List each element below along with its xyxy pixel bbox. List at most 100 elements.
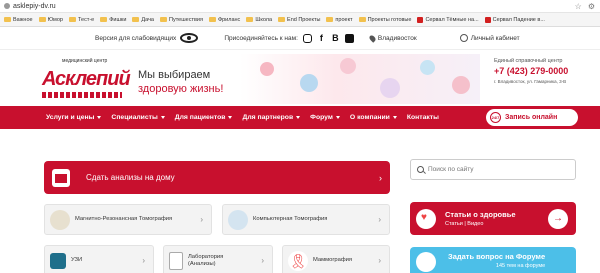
bookmark-item[interactable]: Проекты готовые xyxy=(358,17,411,23)
chevron-right-icon: › xyxy=(378,215,381,224)
bookmark-item[interactable]: Тест-е xyxy=(68,17,94,23)
cabinet-label: Личный кабинет xyxy=(470,34,520,42)
chevron-right-icon: › xyxy=(261,256,264,265)
slogan-line-2: здоровую жизнь! xyxy=(138,83,224,95)
facebook-icon[interactable]: f xyxy=(317,33,326,43)
service-card-mri[interactable]: Магнитно-Резонансная Томография › xyxy=(44,204,212,235)
bookmark-item[interactable]: Дача xyxy=(132,17,154,23)
caret-down-icon xyxy=(97,116,102,119)
ribbon-icon: 🎗 xyxy=(288,250,308,271)
folder-icon xyxy=(68,17,76,22)
caret-down-icon xyxy=(335,116,340,119)
folder-icon xyxy=(132,17,140,22)
chevron-right-icon: › xyxy=(378,256,381,265)
logo-name: Асклепий xyxy=(42,68,131,90)
clock-24-icon: 24/7 xyxy=(490,112,501,123)
service-card-label: УЗИ xyxy=(71,257,83,263)
cabinet-link[interactable]: Личный кабинет xyxy=(459,34,520,42)
health-articles-banner[interactable]: Статьи о здоровье Статьи | Видео → xyxy=(410,202,576,235)
folder-icon xyxy=(326,17,334,22)
test-tubes-icon xyxy=(52,168,70,187)
extensions-icon[interactable]: ⚙ xyxy=(588,2,595,11)
address-bar[interactable]: asklepiy-dv.ru ☆ ⚙ xyxy=(0,0,600,13)
folder-icon xyxy=(246,17,254,22)
service-card-mammography[interactable]: 🎗 Маммография › xyxy=(282,245,390,273)
bookmark-item[interactable]: Сервал Падение в... xyxy=(484,16,545,23)
chevron-right-icon: › xyxy=(379,172,382,183)
bookmark-item[interactable]: Фриланс xyxy=(208,17,240,23)
caret-down-icon xyxy=(160,116,165,119)
home-tests-label: Сдать анализы на дому xyxy=(86,173,175,182)
contacts-block: Единый справочный центр +7 (423) 279-000… xyxy=(494,58,594,84)
service-card-ct[interactable]: Компьютерная Томография › xyxy=(222,204,390,235)
home-tests-button[interactable]: Сдать анализы на дому › xyxy=(44,161,390,194)
service-card-label: Лаборатория (Анализы) xyxy=(188,253,224,267)
mri-icon xyxy=(50,209,70,230)
site-info-icon[interactable] xyxy=(4,3,10,9)
vk-icon[interactable]: B xyxy=(331,33,340,43)
address-text: г. Владивосток, ул. Гамарника, 3-В xyxy=(494,79,567,84)
bookmark-item[interactable]: Путешествия xyxy=(160,17,203,23)
bookmark-item[interactable]: Юмор xyxy=(38,17,63,23)
search-icon xyxy=(417,166,424,173)
bookmark-star-icon[interactable]: ☆ xyxy=(575,2,582,11)
bookmark-item[interactable]: Важное xyxy=(4,17,33,23)
phone-number[interactable]: +7 (423) 279-0000 xyxy=(494,66,594,76)
chevron-right-icon: › xyxy=(200,215,203,224)
youtube-icon[interactable] xyxy=(344,33,354,43)
nav-item-patients[interactable]: Для пациентов xyxy=(175,114,233,121)
url-text[interactable]: asklepiy-dv.ru xyxy=(13,3,56,10)
ct-icon xyxy=(228,209,248,230)
service-card-label: Магнитно-Резонансная Томография xyxy=(75,216,173,222)
vision-version-label: Версия для слабовидящих xyxy=(95,34,177,42)
logo-ornament xyxy=(42,92,122,98)
join-label: Присоединяйтесь к нам: xyxy=(224,34,298,42)
caret-down-icon xyxy=(296,116,301,119)
folder-icon xyxy=(100,17,108,22)
main-nav: Услуги и цены Специалисты Для пациентов … xyxy=(0,106,600,129)
nav-item-about[interactable]: О компании xyxy=(350,114,397,121)
bookmark-item[interactable]: Сервал Тёмные на... xyxy=(417,16,479,23)
site-search[interactable] xyxy=(410,159,576,180)
logo[interactable]: медицинский центр Асклепий xyxy=(42,56,132,100)
search-input[interactable] xyxy=(428,166,558,173)
bookmark-item[interactable]: End Проекты xyxy=(278,17,320,23)
folder-icon xyxy=(358,17,366,22)
caret-down-icon xyxy=(228,116,233,119)
city-selector[interactable]: Владивосток xyxy=(368,33,417,43)
service-card-ultrasound[interactable]: УЗИ › xyxy=(44,245,154,273)
main-content: Сдать анализы на дому › Магнитно-Резонан… xyxy=(0,129,600,273)
nav-item-partners[interactable]: Для партнеров xyxy=(242,114,301,121)
online-booking-button[interactable]: 24/7 Запись онлайн xyxy=(486,109,578,126)
bookmark-item[interactable]: проект xyxy=(326,17,353,23)
nav-item-services[interactable]: Услуги и цены xyxy=(46,114,102,121)
nav-item-contacts[interactable]: Контакты xyxy=(407,114,439,121)
vision-version-link[interactable]: Версия для слабовидящих xyxy=(95,33,199,43)
folder-icon xyxy=(4,17,11,22)
serval-icon xyxy=(417,16,424,23)
serval-icon xyxy=(484,16,491,23)
decor-circle xyxy=(300,74,318,92)
health-articles-links[interactable]: Статьи | Видео xyxy=(445,221,516,227)
location-pin-icon xyxy=(368,33,377,43)
slogan-line-1: Мы выбираем xyxy=(138,69,211,81)
nav-item-specialists[interactable]: Специалисты xyxy=(111,114,165,121)
folder-icon xyxy=(208,17,216,22)
forum-topics-count: 145 тем на форуме xyxy=(495,263,546,269)
instagram-icon[interactable] xyxy=(302,33,312,43)
forum-icon xyxy=(416,252,436,272)
nav-item-forum[interactable]: Форум xyxy=(310,114,340,121)
hero-illustration xyxy=(240,54,480,104)
forum-banner[interactable]: Задать вопрос на Форуме 145 тем на форум… xyxy=(410,247,576,273)
service-card-label: Компьютерная Томография xyxy=(253,216,328,222)
bookmark-item[interactable]: Фишки xyxy=(100,17,126,23)
logo-subtitle: медицинский центр xyxy=(62,58,108,64)
bookmarks-bar: Важное Юмор Тест-е Фишки Дача Путешестви… xyxy=(0,13,600,27)
browser-actions: ☆ ⚙ xyxy=(575,2,600,11)
online-booking-label: Запись онлайн xyxy=(505,114,558,121)
folder-icon xyxy=(160,17,167,22)
bookmark-item[interactable]: Школа xyxy=(246,17,272,23)
service-card-lab[interactable]: Лаборатория (Анализы) › xyxy=(163,245,273,273)
decor-circle xyxy=(260,62,274,76)
arrow-right-icon[interactable]: → xyxy=(548,208,568,229)
